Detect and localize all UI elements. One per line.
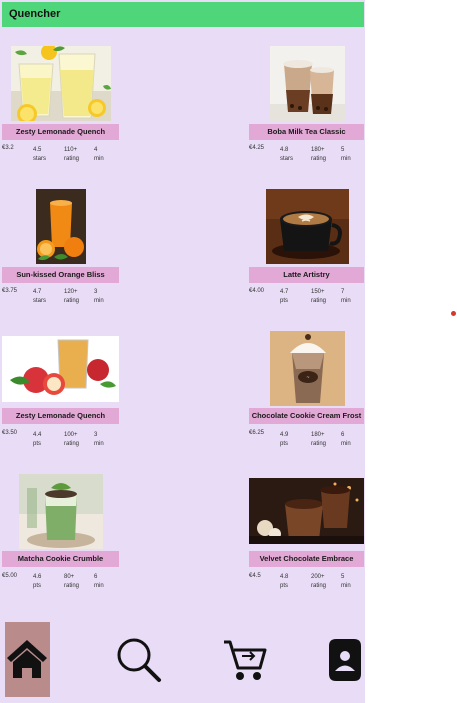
indicator-dot: [451, 311, 456, 316]
cart-icon: [224, 640, 267, 680]
nav-search-button[interactable]: [113, 635, 163, 683]
rating-text: 4.8 pts: [280, 574, 289, 589]
boba-image[interactable]: [270, 46, 345, 121]
nav-home-button[interactable]: [5, 622, 50, 697]
apple-tea-image[interactable]: [2, 336, 119, 402]
price-text: €4.5: [249, 573, 261, 579]
time-text: 4 min: [94, 147, 104, 162]
product-name[interactable]: Boba Milk Tea Classic: [249, 124, 364, 140]
rating-text: 4.9 pts: [280, 432, 289, 447]
rating-text: 4.7 stars: [33, 289, 47, 304]
price-text: €3.75: [2, 288, 18, 294]
rating-text: 4.6 pts: [33, 574, 42, 589]
rating-text: 4.4 pts: [33, 432, 42, 447]
price-text: €5.00: [2, 573, 18, 579]
time-text: 3 min: [94, 432, 104, 447]
time-text: 5 min: [341, 574, 351, 589]
reviews-text: 110+ rating: [64, 147, 80, 162]
product-name[interactable]: Zesty Lemonade Quench: [2, 408, 119, 424]
rating-text: 4.8 stars: [280, 147, 294, 162]
orange-juice-image[interactable]: [36, 189, 86, 264]
time-text: 5 min: [341, 147, 351, 162]
price-text: €6.25: [249, 430, 265, 436]
app-header: Quencher: [2, 2, 364, 27]
reviews-text: 150+ rating: [311, 289, 327, 304]
time-text: 6 min: [341, 432, 351, 447]
lemonade-image[interactable]: [11, 46, 111, 121]
price-text: €4.25: [249, 145, 265, 151]
app-title: Quencher: [9, 8, 61, 20]
reviews-text: 120+ rating: [64, 289, 80, 304]
time-text: 3 min: [94, 289, 104, 304]
price-text: €4.00: [249, 288, 265, 294]
matcha-image[interactable]: [19, 474, 103, 549]
product-name[interactable]: Matcha Cookie Crumble: [2, 551, 119, 567]
reviews-text: 200+ rating: [311, 574, 327, 589]
time-text: 6 min: [94, 574, 104, 589]
reviews-text: 80+ rating: [64, 574, 80, 589]
svg-text:~: ~: [307, 375, 310, 381]
product-name[interactable]: Sun-kissed Orange Bliss: [2, 267, 119, 283]
search-icon: [117, 638, 161, 682]
profile-icon: [329, 639, 361, 681]
nav-cart-button[interactable]: [222, 638, 268, 684]
app-screen: Quencher Zesty Lemonade Quench €3.2 4.5 …: [0, 0, 365, 703]
frappe-image[interactable]: ~: [270, 331, 345, 406]
product-name[interactable]: Zesty Lemonade Quench: [2, 124, 119, 140]
hot-chocolate-image[interactable]: [249, 478, 364, 544]
reviews-text: 180+ rating: [311, 147, 327, 162]
price-text: €3.50: [2, 430, 18, 436]
home-icon: [7, 640, 47, 678]
rating-text: 4.7 pts: [280, 289, 289, 304]
product-name[interactable]: Chocolate Cookie Cream Frost: [249, 408, 364, 424]
reviews-text: 100+ rating: [64, 432, 80, 447]
reviews-text: 180+ rating: [311, 432, 327, 447]
latte-image[interactable]: [266, 189, 349, 264]
rating-text: 4.5 stars: [33, 147, 47, 162]
product-name[interactable]: Velvet Chocolate Embrace: [249, 551, 364, 567]
time-text: 7 min: [341, 289, 351, 304]
nav-profile-button[interactable]: [328, 638, 362, 682]
product-name[interactable]: Latte Artistry: [249, 267, 364, 283]
price-text: €3.2: [2, 145, 14, 151]
